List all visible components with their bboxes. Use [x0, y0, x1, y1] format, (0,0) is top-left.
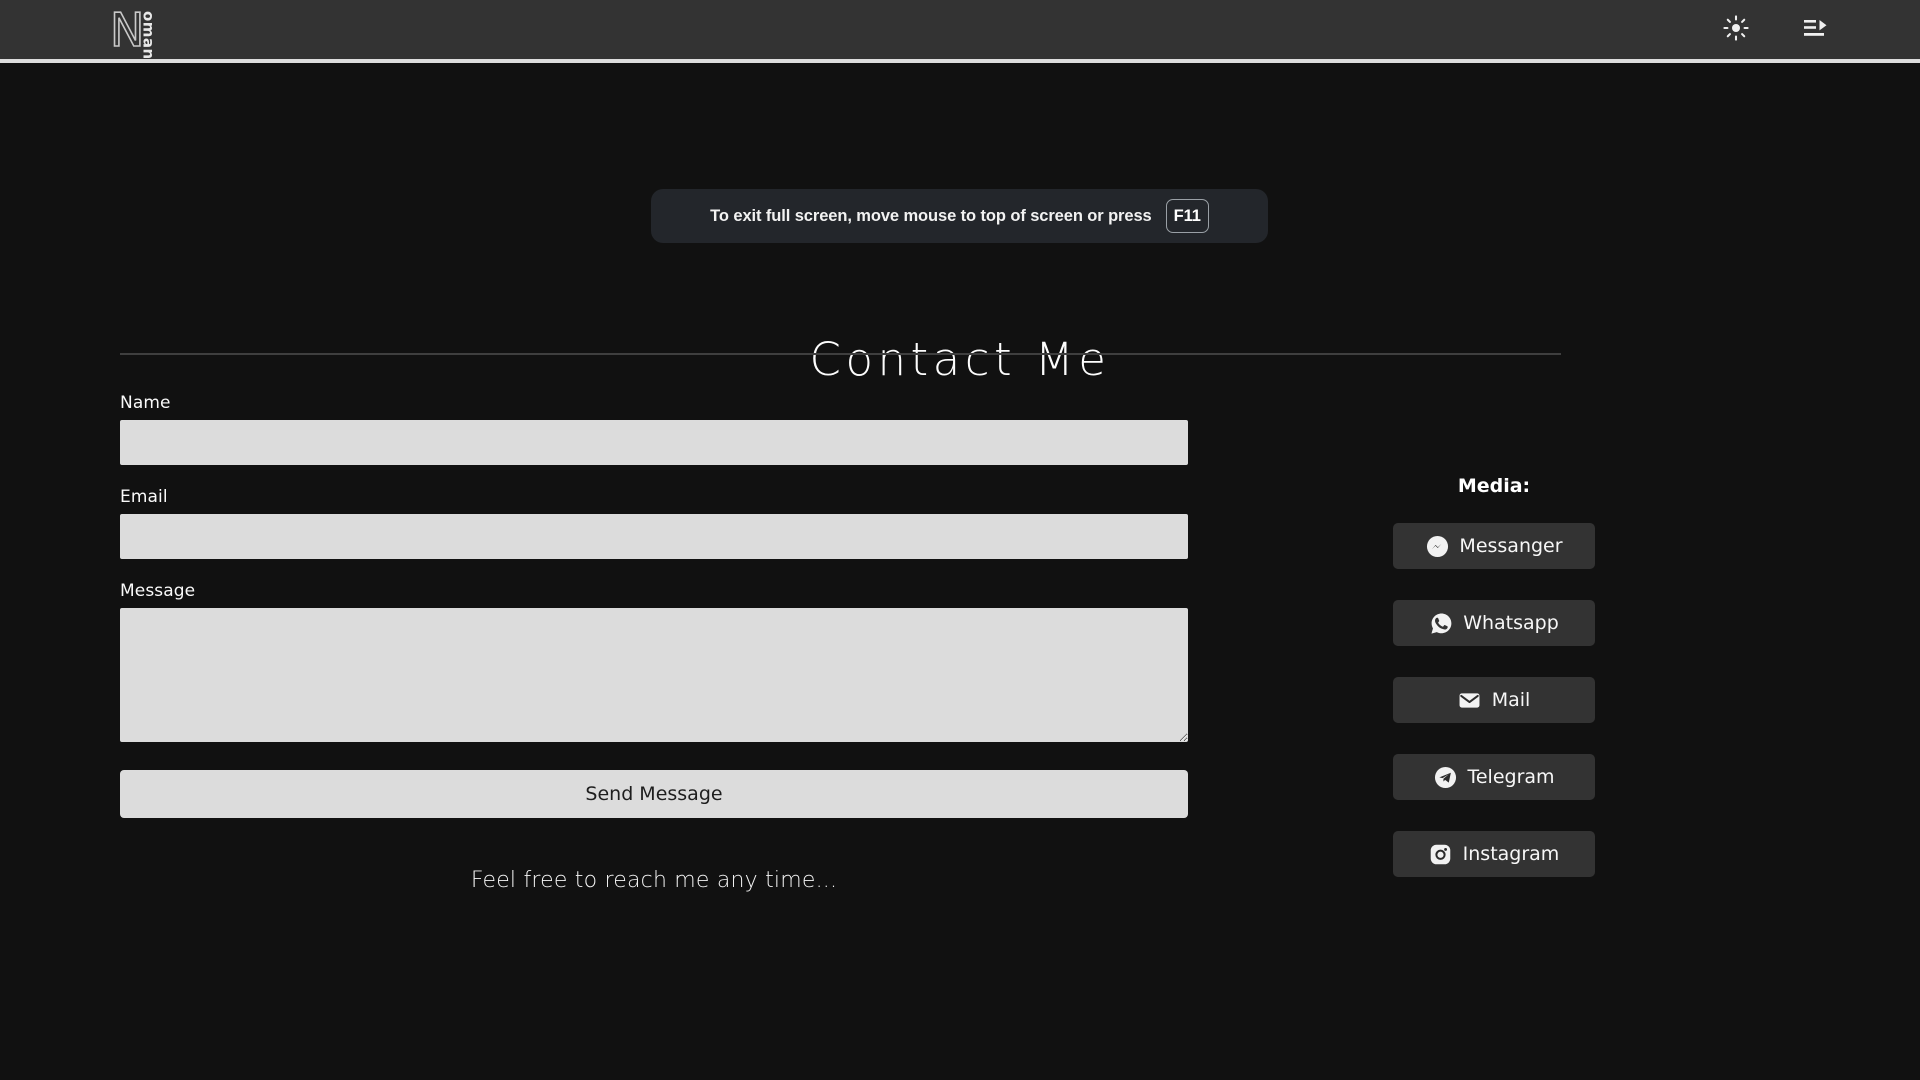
email-label: Email: [120, 487, 168, 507]
media-link-mail[interactable]: Mail: [1393, 677, 1595, 723]
message-label: Message: [120, 581, 196, 601]
field-spacer-2: [120, 559, 1188, 581]
media-link-whatsapp[interactable]: Whatsapp: [1393, 600, 1595, 646]
media-label: Whatsapp: [1463, 612, 1559, 634]
media-heading: Media:: [1457, 475, 1531, 497]
email-input[interactable]: [120, 514, 1188, 559]
indent-menu-icon: [1801, 15, 1831, 44]
top-bar-actions: [1720, 14, 1898, 46]
contact-footnote: Feel free to reach me any time...: [470, 868, 838, 893]
fullscreen-notice-banner: To exit full screen, move mouse to top o…: [651, 189, 1268, 243]
whatsapp-icon: [1429, 611, 1453, 635]
send-message-button[interactable]: Send Message: [120, 770, 1188, 818]
fullscreen-exit-key: F11: [1165, 199, 1209, 233]
media-section: Media: Messanger Whatsapp Mail Telegram …: [1393, 475, 1595, 877]
media-link-messanger[interactable]: Messanger: [1393, 523, 1595, 569]
theme-toggle-button[interactable]: [1720, 14, 1752, 46]
media-label: Mail: [1491, 689, 1531, 711]
media-link-instagram[interactable]: Instagram: [1393, 831, 1595, 877]
media-label: Instagram: [1462, 843, 1560, 865]
menu-toggle-button[interactable]: [1800, 14, 1832, 46]
name-label: Name: [120, 393, 171, 413]
logo-wordmark: oman: [139, 10, 158, 60]
messenger-icon: [1425, 534, 1449, 558]
page-title: Contact Me: [809, 333, 1111, 386]
media-label: Messanger: [1459, 535, 1563, 557]
mail-icon: [1458, 688, 1482, 712]
page-content: To exit full screen, move mouse to top o…: [0, 63, 1920, 1080]
telegram-icon: [1433, 765, 1457, 789]
site-logo[interactable]: N oman: [109, 6, 157, 60]
media-label: Telegram: [1467, 766, 1555, 788]
sun-icon: [1723, 15, 1749, 44]
media-link-telegram[interactable]: Telegram: [1393, 754, 1595, 800]
title-divider: [120, 353, 1561, 355]
top-bar: N oman: [0, 0, 1920, 59]
instagram-icon: [1429, 842, 1453, 866]
contact-form: Name Email Message Send Message Feel fre…: [120, 393, 1188, 893]
field-spacer-1: [120, 465, 1188, 487]
fullscreen-notice-text: To exit full screen, move mouse to top o…: [710, 206, 1152, 225]
message-textarea[interactable]: [120, 608, 1188, 742]
name-input[interactable]: [120, 420, 1188, 465]
